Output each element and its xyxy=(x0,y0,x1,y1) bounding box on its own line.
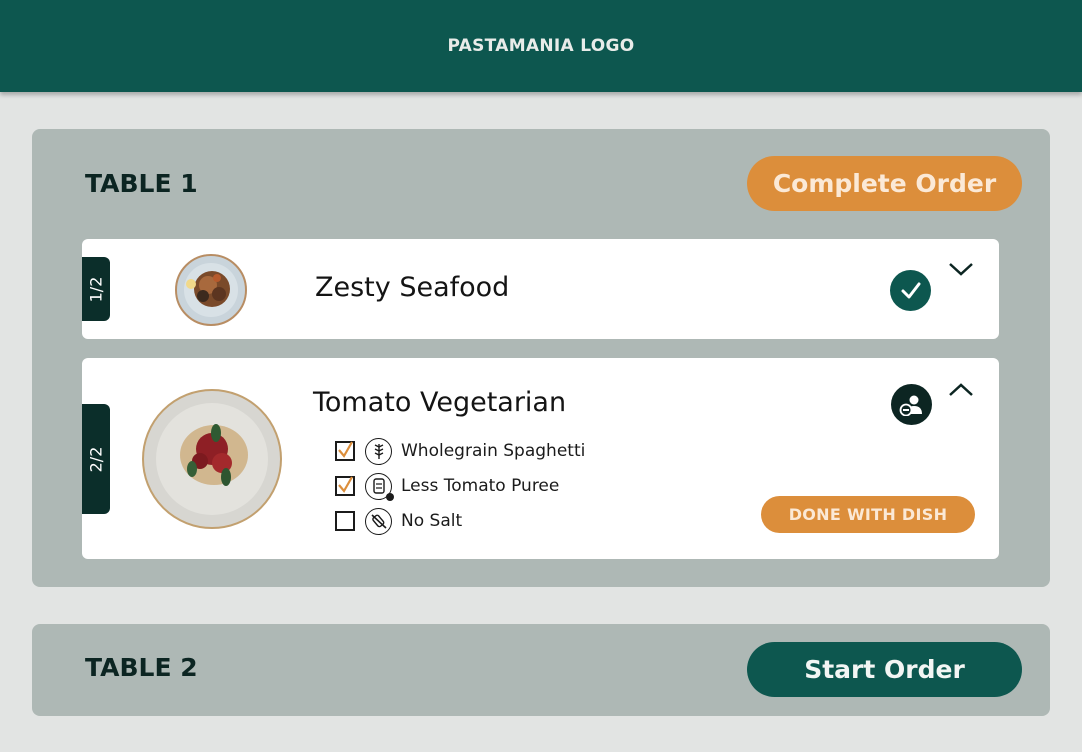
table-card-1: TABLE 1 Complete Order 1/2 Zesty Seafood xyxy=(32,129,1050,587)
dish-position-tab: 1/2 xyxy=(82,257,110,321)
table-card-2: TABLE 2 Start Order xyxy=(32,624,1050,716)
modification-item: No Salt xyxy=(335,506,462,536)
chevron-up-icon[interactable] xyxy=(948,382,974,398)
modification-label: Wholegrain Spaghetti xyxy=(401,441,586,461)
dish-image xyxy=(142,389,282,529)
dish-position-label: 2/2 xyxy=(86,446,106,472)
dish-card-zesty-seafood[interactable]: 1/2 Zesty Seafood xyxy=(82,239,999,339)
modification-checkbox[interactable] xyxy=(335,511,355,531)
no-salt-icon xyxy=(365,507,392,535)
dish-position-tab: 2/2 xyxy=(82,404,110,514)
app-header: PASTAMANIA LOGO xyxy=(0,0,1082,92)
dish-image xyxy=(175,254,247,326)
check-icon xyxy=(890,270,931,311)
chef-icon xyxy=(891,384,932,425)
modification-label: Less Tomato Puree xyxy=(401,476,560,496)
wheat-icon xyxy=(365,437,392,465)
modification-item: Wholegrain Spaghetti xyxy=(335,436,585,466)
complete-order-button[interactable]: Complete Order xyxy=(747,156,1022,211)
chevron-down-icon[interactable] xyxy=(948,261,974,277)
modification-label: No Salt xyxy=(401,511,463,531)
done-with-dish-button[interactable]: DONE WITH DISH xyxy=(761,496,975,533)
table-title: TABLE 1 xyxy=(85,169,198,198)
table-title: TABLE 2 xyxy=(85,653,198,682)
dish-position-label: 1/2 xyxy=(86,276,106,302)
dish-name: Tomato Vegetarian xyxy=(313,387,567,418)
dish-name: Zesty Seafood xyxy=(315,272,510,303)
dish-card-tomato-vegetarian: 2/2 Tomato Vegetarian Wholegrain Spaghet… xyxy=(82,358,999,559)
start-order-button[interactable]: Start Order xyxy=(747,642,1022,697)
tomato-can-icon xyxy=(365,472,394,501)
modification-checkbox[interactable] xyxy=(335,476,355,496)
app-logo: PASTAMANIA LOGO xyxy=(447,36,635,56)
modification-checkbox[interactable] xyxy=(335,441,355,461)
modification-item: Less Tomato Puree xyxy=(335,471,559,501)
